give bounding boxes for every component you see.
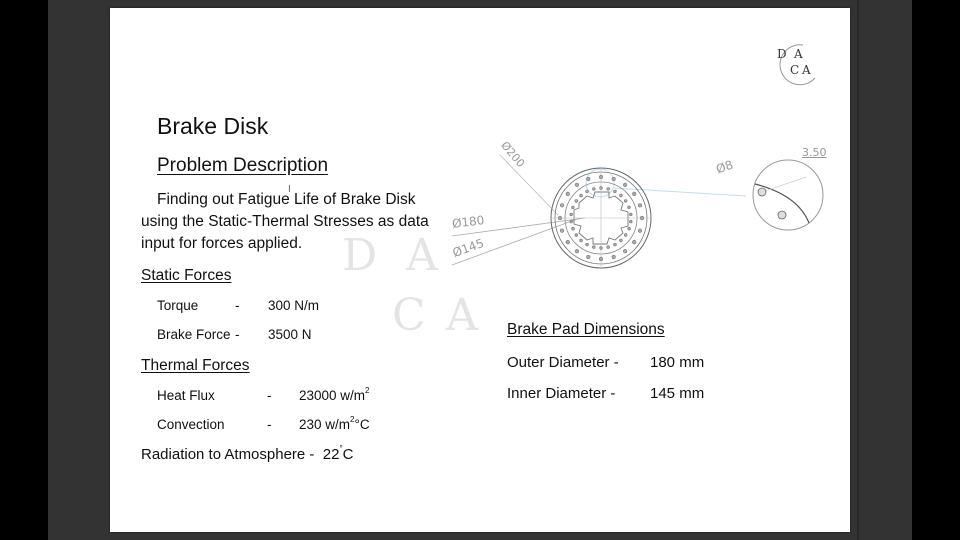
problem-line: Finding out Fatigue Life of Brake Disk bbox=[157, 191, 416, 208]
disk-hole bbox=[629, 212, 633, 217]
disk-hole bbox=[613, 189, 617, 194]
disk-hole bbox=[598, 256, 604, 262]
value-text: 230 w/m bbox=[299, 417, 351, 432]
disk-hole bbox=[639, 215, 645, 221]
disk-hole bbox=[574, 233, 578, 237]
static-row-value: 300 N/m bbox=[268, 298, 320, 313]
disk-hole bbox=[632, 191, 637, 197]
thermal-row-sep: - bbox=[267, 388, 272, 403]
thermal-row-label: Heat Flux bbox=[157, 388, 215, 403]
static-row-sep: - bbox=[235, 298, 240, 313]
disk-hole bbox=[632, 240, 637, 245]
superscript: 2 bbox=[365, 386, 370, 395]
disk-hole bbox=[629, 219, 633, 224]
disk-hole bbox=[623, 249, 628, 254]
disk-hole bbox=[586, 176, 591, 182]
disk-hole bbox=[599, 246, 603, 250]
value-text: 23000 w/m bbox=[299, 388, 366, 403]
static-row-label: Torque bbox=[157, 298, 199, 313]
disk-hole bbox=[613, 242, 617, 247]
disk-hole bbox=[611, 176, 616, 182]
watermark-letter: C bbox=[392, 290, 426, 341]
disk-hole bbox=[592, 245, 596, 249]
pad-row-label: Outer Diameter - bbox=[507, 354, 619, 371]
problem-heading: Problem Description bbox=[157, 155, 329, 176]
disk-hole bbox=[571, 227, 575, 231]
static-row-sep: - bbox=[235, 327, 240, 342]
radiation-unit: C bbox=[342, 446, 354, 463]
problem-line: using the Static-Thermal Stresses as dat… bbox=[141, 213, 429, 230]
thermal-forces-heading: Thermal Forces bbox=[141, 357, 250, 374]
disk-hole bbox=[586, 254, 591, 260]
dim-leader-200 bbox=[499, 154, 559, 216]
static-forces-heading: Static Forces bbox=[141, 267, 232, 284]
radiation-row: Radiation to Atmosphere - 22°C bbox=[141, 444, 354, 463]
slide[interactable]: D A C A D A C A Brake Disk Problem Descr… bbox=[110, 8, 850, 532]
disk-hole bbox=[559, 228, 565, 233]
disk-hole bbox=[637, 203, 643, 208]
radiation-value: 22 bbox=[322, 446, 340, 463]
disk-hole bbox=[559, 203, 565, 208]
disk-hole bbox=[598, 174, 604, 180]
dim-label-thickness: 3.50 bbox=[802, 146, 827, 159]
thermal-row-value: 230 w/m2°C bbox=[299, 415, 370, 432]
disk-hole bbox=[571, 205, 575, 210]
radiation-label: Radiation to Atmosphere - bbox=[141, 446, 315, 463]
brake-disk-drawing bbox=[451, 154, 824, 269]
problem-line: input for forces applied. bbox=[141, 235, 303, 252]
scroll-divider bbox=[857, 0, 859, 540]
disk-hole bbox=[592, 187, 596, 191]
pad-row-value: 145 mm bbox=[650, 385, 705, 402]
disk-hole bbox=[579, 238, 583, 243]
disk-hole bbox=[637, 228, 643, 233]
watermark-letter: A bbox=[446, 290, 478, 341]
disk-hole bbox=[599, 186, 603, 190]
logo-letter: D bbox=[777, 47, 787, 61]
thermal-row-value: 23000 w/m2 bbox=[299, 386, 370, 403]
disk-hole bbox=[574, 182, 580, 187]
disk-hole bbox=[627, 226, 631, 231]
logo-letter: A bbox=[794, 47, 803, 61]
presentation-viewer: D A C A D A C A Brake Disk Problem Descr… bbox=[48, 0, 912, 540]
disk-hole bbox=[624, 233, 628, 237]
brake-pad-heading: Brake Pad Dimensions bbox=[507, 321, 665, 338]
thermal-row-label: Convection bbox=[157, 417, 225, 432]
disk-hole bbox=[619, 193, 623, 198]
slide-title: Brake Disk bbox=[157, 113, 269, 139]
problem-description: Finding out Fatigue Life of Brake Disk u… bbox=[141, 189, 451, 255]
disk-hole bbox=[569, 219, 573, 224]
disk-hole bbox=[606, 245, 610, 249]
superscript: ° bbox=[339, 444, 343, 453]
disk-hole bbox=[574, 249, 580, 254]
disk-hole bbox=[565, 191, 570, 197]
disk-hole bbox=[627, 205, 631, 210]
disk-hole bbox=[624, 199, 628, 203]
disk-hole bbox=[565, 240, 570, 245]
disk-hole bbox=[569, 212, 573, 217]
disk-hole bbox=[585, 189, 589, 194]
pad-row-value: 180 mm bbox=[650, 354, 705, 371]
disk-hole bbox=[585, 242, 589, 247]
detail-view-icon bbox=[752, 159, 824, 231]
unit-suffix: °C bbox=[354, 417, 370, 432]
static-row-value: 3500 N bbox=[268, 327, 312, 342]
logo-letter: C bbox=[790, 63, 800, 77]
daca-logo: D A C A bbox=[765, 42, 821, 86]
logo-letter: A bbox=[802, 63, 811, 77]
pad-row-label: Inner Diameter - bbox=[507, 385, 616, 402]
disk-hole bbox=[557, 215, 563, 221]
disk-hole bbox=[623, 182, 628, 187]
static-row-label: Brake Force bbox=[157, 327, 231, 342]
disk-hole bbox=[611, 254, 616, 260]
superscript: 2 bbox=[350, 415, 355, 424]
disk-hole bbox=[606, 187, 610, 191]
brake-disk-icon bbox=[550, 167, 652, 269]
disk-hole bbox=[574, 199, 578, 203]
disk-hole bbox=[619, 238, 623, 243]
thermal-row-sep: - bbox=[267, 417, 272, 432]
disk-hole bbox=[579, 193, 583, 198]
